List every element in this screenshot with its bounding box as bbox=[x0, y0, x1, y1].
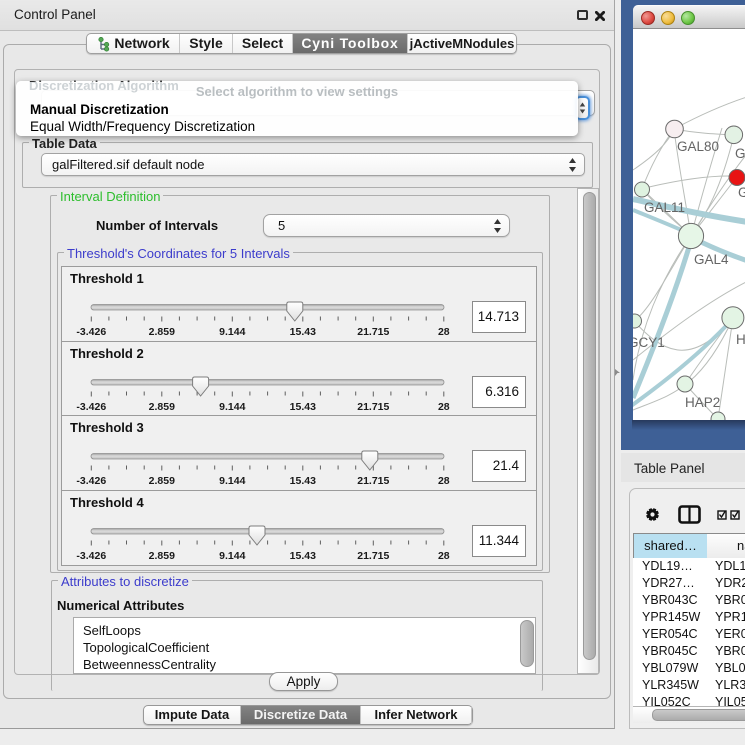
svg-text:HA: HA bbox=[736, 332, 745, 347]
svg-text:GAL11: GAL11 bbox=[644, 200, 685, 215]
svg-text:21.715: 21.715 bbox=[357, 326, 389, 338]
svg-text:2.859: 2.859 bbox=[149, 401, 175, 413]
svg-text:21.715: 21.715 bbox=[357, 401, 389, 413]
svg-text:9.144: 9.144 bbox=[219, 401, 245, 413]
svg-text:2.859: 2.859 bbox=[149, 550, 175, 562]
svg-text:HAP2: HAP2 bbox=[685, 395, 720, 410]
svg-text:15.43: 15.43 bbox=[290, 550, 316, 562]
svg-text:-3.426: -3.426 bbox=[76, 550, 106, 562]
svg-text:21.715: 21.715 bbox=[357, 475, 389, 487]
svg-text:28: 28 bbox=[438, 326, 450, 338]
svg-text:15.43: 15.43 bbox=[290, 475, 316, 487]
svg-text:9.144: 9.144 bbox=[219, 550, 245, 562]
svg-text:GAL80: GAL80 bbox=[677, 139, 719, 154]
svg-text:15.43: 15.43 bbox=[290, 401, 316, 413]
svg-text:9.144: 9.144 bbox=[219, 475, 245, 487]
svg-text:-3.426: -3.426 bbox=[76, 326, 106, 338]
svg-text:15.43: 15.43 bbox=[290, 326, 316, 338]
svg-text:28: 28 bbox=[438, 550, 450, 562]
svg-text:2.859: 2.859 bbox=[149, 475, 175, 487]
svg-text:-3.426: -3.426 bbox=[76, 401, 106, 413]
svg-text:GAL4: GAL4 bbox=[694, 252, 729, 267]
svg-text:9.144: 9.144 bbox=[219, 326, 245, 338]
svg-text:28: 28 bbox=[438, 401, 450, 413]
svg-text:GA: GA bbox=[735, 146, 745, 161]
svg-text:GCY1: GCY1 bbox=[633, 335, 665, 350]
svg-text:GA: GA bbox=[738, 185, 745, 200]
svg-text:28: 28 bbox=[438, 475, 450, 487]
svg-text:-3.426: -3.426 bbox=[76, 475, 106, 487]
svg-text:21.715: 21.715 bbox=[357, 550, 389, 562]
svg-text:2.859: 2.859 bbox=[149, 326, 175, 338]
